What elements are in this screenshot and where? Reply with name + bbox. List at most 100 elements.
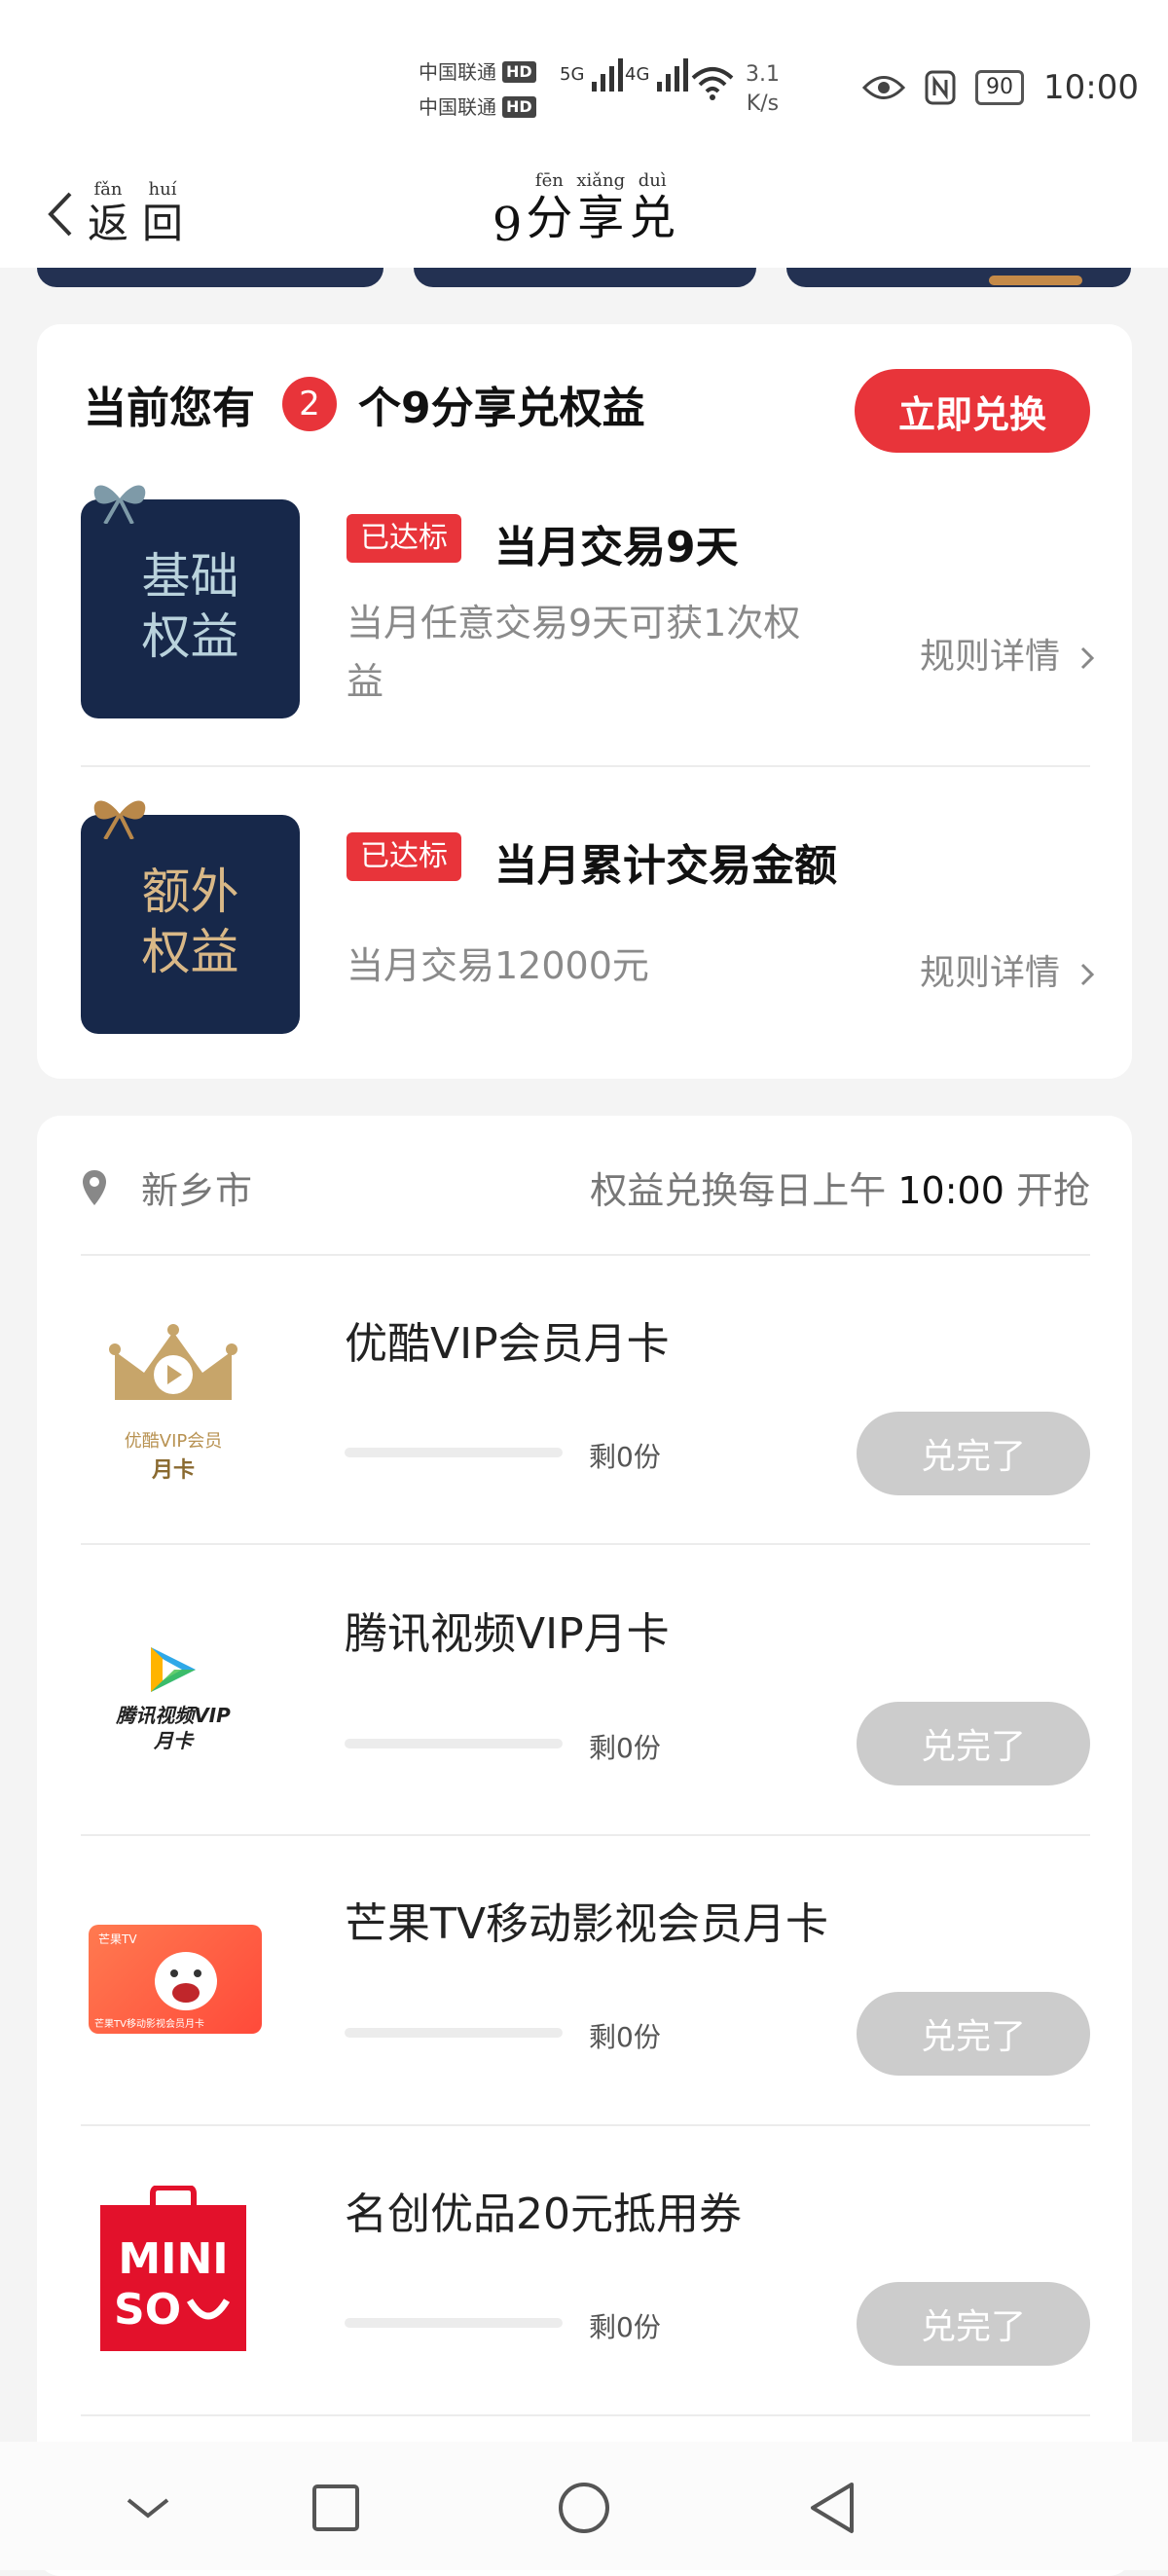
ribbon-bow-icon xyxy=(93,800,146,839)
rule-details-link[interactable]: 规则详情 xyxy=(920,628,1096,679)
rights-count-badge: 2 xyxy=(282,377,337,431)
youku-vip-thumbnail: 优酷VIP会员 月卡 xyxy=(81,1312,266,1497)
location-row: 新乡市 权益兑换每日上午 10:00 开抢 xyxy=(81,1160,1090,1219)
redeem-now-button[interactable]: 立即兑换 xyxy=(855,369,1090,453)
product-name[interactable]: 名创优品20元抵用券 xyxy=(345,2179,742,2241)
eye-icon xyxy=(862,76,906,99)
divider xyxy=(81,765,1090,767)
network-speed: 3.1 K/s xyxy=(746,60,780,119)
network-label-1: 5G xyxy=(560,64,585,85)
rule-details-link[interactable]: 规则详情 xyxy=(920,944,1096,995)
mango-mascot-icon xyxy=(155,1952,217,2010)
title-char-text: 享 xyxy=(577,191,625,245)
battery-indicator: 90 xyxy=(975,70,1025,105)
clock: 10:00 xyxy=(1043,68,1139,107)
hd-badge: HD xyxy=(502,96,536,118)
status-bar: 中国联通 HD 中国联通 HD 5G 4G 3.1 K/s 90 10:00 xyxy=(0,0,1168,161)
mango-tv-thumbnail: 芒果TV 芒果TV移动影视会员月卡 xyxy=(81,1884,266,2069)
city-label[interactable]: 新乡市 xyxy=(141,1160,252,1214)
benefit-title: 当月累计交易金额 xyxy=(494,841,837,891)
banner-slide[interactable] xyxy=(37,268,383,287)
ribbon-bow-icon xyxy=(93,485,146,524)
carrier-info: 中国联通 HD 中国联通 HD xyxy=(419,55,536,125)
product-name[interactable]: 腾讯视频VIP月卡 xyxy=(345,1599,670,1661)
tencent-video-thumbnail: 腾讯视频VIP 月卡 xyxy=(81,1606,266,1791)
location-pin-icon xyxy=(83,1170,106,1205)
benefit-description: 当月任意交易9天可获1次权益 xyxy=(347,602,801,703)
benefit-image-text: 权益 xyxy=(141,924,239,980)
tencent-video-logo-icon xyxy=(151,1647,196,1692)
crown-icon xyxy=(109,1324,237,1400)
divider xyxy=(81,1543,1090,1545)
thumb-caption: 腾讯视频VIP xyxy=(116,1704,231,1727)
divider xyxy=(81,1834,1090,1836)
status-tag: 已达标 xyxy=(347,514,461,563)
thumb-caption: 芒果TV移动影视会员月卡 xyxy=(94,2019,204,2030)
thumb-caption: 月卡 xyxy=(151,1458,195,1483)
nav-home-icon[interactable] xyxy=(545,2469,623,2547)
chevron-right-icon xyxy=(1081,646,1095,670)
speed-value: 3.1 xyxy=(746,62,780,87)
sold-out-button[interactable]: 兑完了 xyxy=(857,1992,1090,2076)
mango-card: 芒果TV 芒果TV移动影视会员月卡 xyxy=(89,1925,262,2034)
title-char-text: 兑 xyxy=(629,191,676,245)
sold-out-button[interactable]: 兑完了 xyxy=(857,2282,1090,2366)
signal-icon: 4G xyxy=(625,56,694,93)
remaining-stock: 剩0份 xyxy=(589,2311,661,2343)
rights-prefix: 当前您有 xyxy=(84,384,255,433)
divider xyxy=(81,2124,1090,2126)
bag-handle-icon xyxy=(150,2186,197,2211)
benefit-description: 当月交易12000元 xyxy=(347,944,649,987)
nav-collapse-icon[interactable] xyxy=(109,2469,187,2547)
carrier-2: 中国联通 xyxy=(419,95,496,119)
schedule-time: 10:00 xyxy=(897,1169,1004,1212)
miniso-thumbnail: MINI SO xyxy=(81,2176,266,2371)
rule-details-label: 规则详情 xyxy=(920,637,1061,677)
pinyin: duì xyxy=(638,170,667,191)
banner-slide[interactable] xyxy=(414,268,756,287)
title-char: xiǎng 享 xyxy=(576,171,625,259)
benefit-image-text: 额外 xyxy=(141,864,239,920)
extra-benefit-image: 额外 权益 xyxy=(81,815,300,1034)
thumb-caption: SO xyxy=(114,2285,182,2335)
nfc-icon xyxy=(925,70,956,105)
status-icons: 90 10:00 xyxy=(862,68,1139,107)
rights-summary: 当前您有 2 个9分享兑权益 xyxy=(84,373,645,435)
title-char-text: 分 xyxy=(526,191,573,245)
system-navigation-bar xyxy=(0,2442,1168,2570)
thumb-caption: 月卡 xyxy=(154,1729,193,1752)
stock-progress-bar xyxy=(345,1448,563,1457)
banner-slide[interactable] xyxy=(786,268,1131,287)
benefit-image-text: 权益 xyxy=(141,608,239,665)
speed-unit: K/s xyxy=(746,92,780,116)
nav-back-icon[interactable] xyxy=(793,2469,871,2547)
thumb-caption: 芒果TV xyxy=(98,1932,137,1946)
remaining-stock: 剩0份 xyxy=(589,1732,661,1764)
sold-out-button[interactable]: 兑完了 xyxy=(857,1702,1090,1785)
status-tag: 已达标 xyxy=(347,832,461,881)
pinyin: xiǎng xyxy=(576,170,626,191)
thumb-caption: 优酷VIP会员 xyxy=(124,1431,223,1452)
product-name[interactable]: 优酷VIP会员月卡 xyxy=(345,1308,670,1371)
title-digit: 9 xyxy=(492,198,523,252)
pinyin: fēn xyxy=(534,170,564,191)
smile-icon xyxy=(186,2299,231,2320)
banner-carousel[interactable] xyxy=(0,268,1168,287)
benefit-image-text: 基础 xyxy=(141,548,239,605)
thumb-caption: MINI xyxy=(118,2234,229,2284)
chevron-right-icon xyxy=(1081,963,1095,986)
remaining-stock: 剩0份 xyxy=(589,1441,661,1473)
nav-recents-icon[interactable] xyxy=(297,2469,375,2547)
divider xyxy=(81,1254,1090,1256)
product-name[interactable]: 芒果TV移动影视会员月卡 xyxy=(345,1889,828,1951)
sold-out-button[interactable]: 兑完了 xyxy=(857,1412,1090,1495)
wifi-icon xyxy=(691,67,734,100)
hd-badge: HD xyxy=(502,61,536,83)
stock-progress-bar xyxy=(345,2028,563,2038)
carrier-1: 中国联通 xyxy=(419,60,496,84)
stock-progress-bar xyxy=(345,2318,563,2328)
schedule-suffix: 开抢 xyxy=(1015,1169,1090,1212)
remaining-stock: 剩0份 xyxy=(589,2021,661,2053)
divider xyxy=(81,2414,1090,2416)
rule-details-label: 规则详情 xyxy=(920,953,1061,993)
